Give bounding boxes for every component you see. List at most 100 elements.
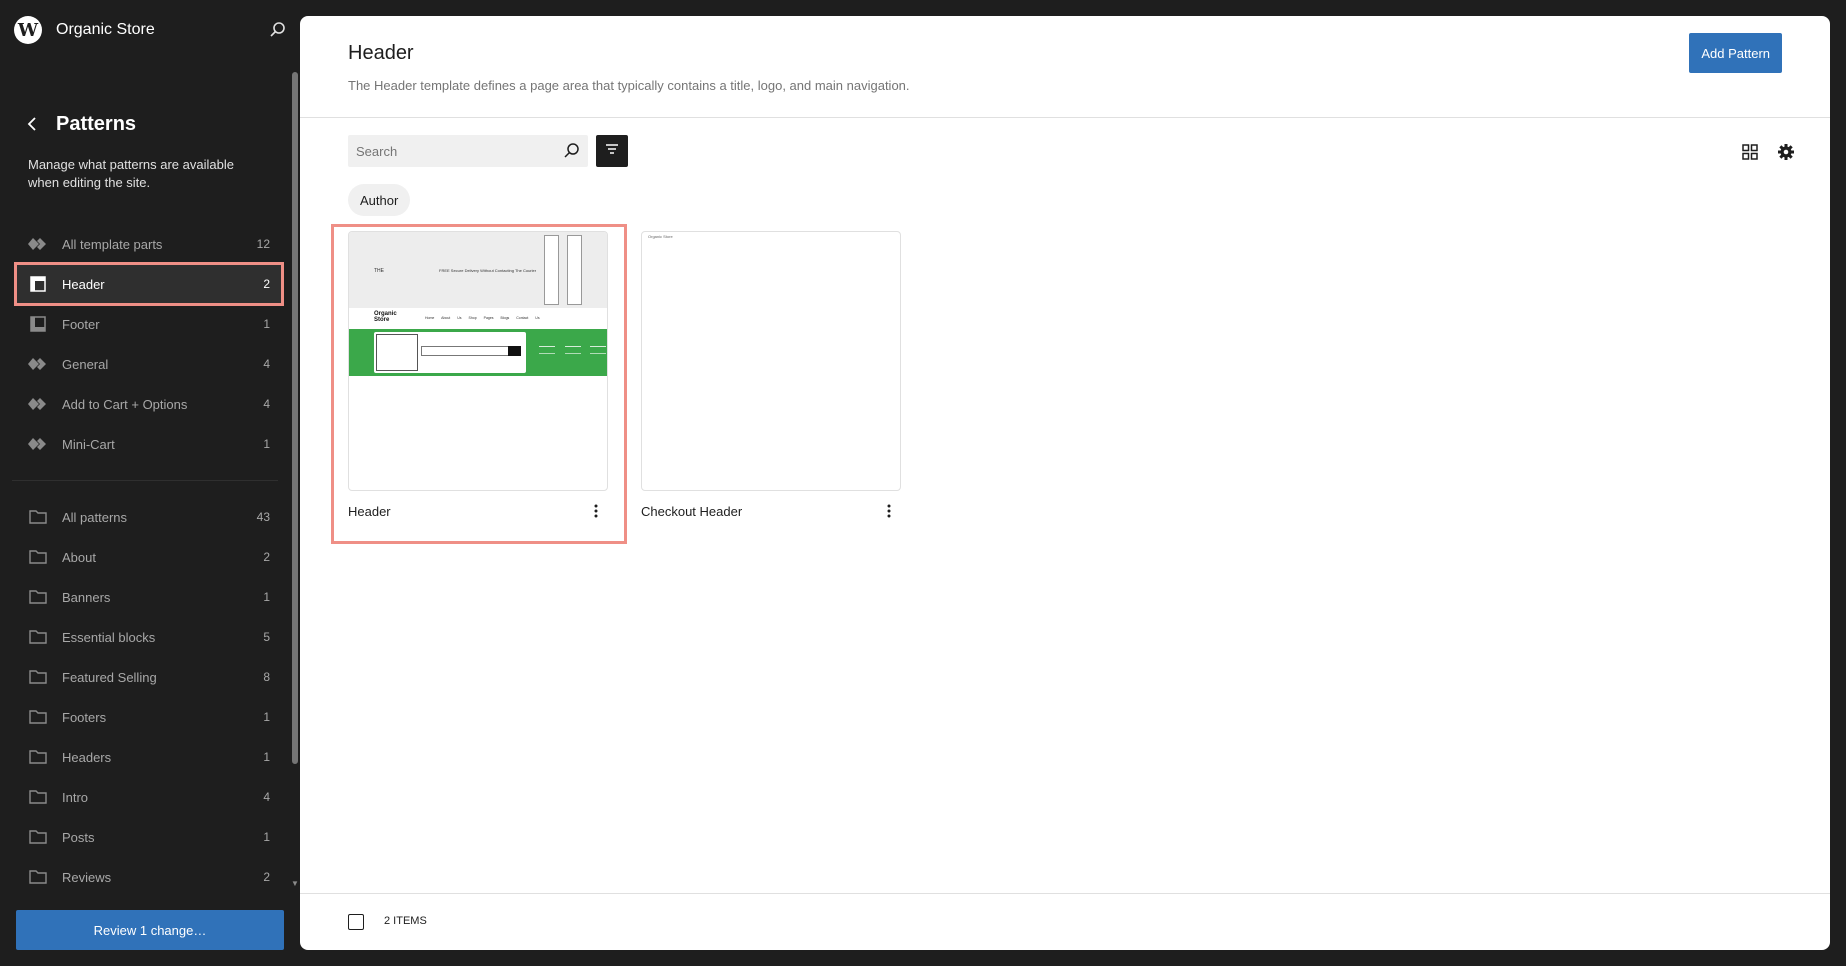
search-box xyxy=(348,135,588,167)
preview-logo: THE xyxy=(374,268,384,274)
card-title[interactable]: Checkout Header xyxy=(641,504,742,519)
sidebar-item-label: Footer xyxy=(62,316,100,332)
preview-green-text xyxy=(565,346,581,354)
sidebar-scrollbar[interactable] xyxy=(292,72,298,764)
sidebar-item-count: 12 xyxy=(256,237,270,251)
sidebar-item-count: 1 xyxy=(263,750,270,764)
pattern-preview[interactable]: Organic Store xyxy=(641,231,901,491)
symbol-icon xyxy=(28,394,48,414)
sidebar-description: Manage what patterns are available when … xyxy=(28,157,234,190)
more-actions-button[interactable] xyxy=(877,499,901,523)
sidebar-item-label: General xyxy=(62,356,109,372)
sidebar-item-count: 43 xyxy=(256,510,270,524)
footer-bar: 2 ITEMS xyxy=(300,893,1830,950)
footer-icon xyxy=(28,314,48,334)
card-title[interactable]: Header xyxy=(348,504,391,519)
grid-icon xyxy=(1738,144,1762,168)
main-content: Header The Header template defines a pag… xyxy=(300,16,1830,950)
author-filter-chip[interactable]: Author xyxy=(348,184,411,216)
symbol-icon xyxy=(28,354,48,374)
sidebar-title: Patterns xyxy=(56,112,137,135)
sidebar-item-count: 2 xyxy=(263,277,270,291)
template-parts-list: All template parts 12 Header 2 Footer 1 … xyxy=(14,224,284,464)
card-footer: Checkout Header xyxy=(641,491,901,531)
sidebar-item-intro[interactable]: Intro 4 xyxy=(16,777,282,817)
folder-icon xyxy=(28,747,48,767)
pattern-card-checkout-header[interactable]: Organic Store Checkout Header xyxy=(641,231,901,531)
sidebar-nav-header: Patterns xyxy=(22,112,136,136)
site-hub: W Organic Store xyxy=(14,14,290,46)
pattern-preview[interactable]: THE FREE Secure Delivery Without Contact… xyxy=(348,231,608,491)
preview-site-title: Organic Store xyxy=(648,234,673,239)
preview-green-text xyxy=(590,346,606,354)
preview-green-text xyxy=(539,346,555,354)
sidebar-item-header[interactable]: Header 2 xyxy=(14,262,284,306)
sidebar-item-add-to-cart-options[interactable]: Add to Cart + Options 4 xyxy=(16,384,282,424)
sidebar-item-count: 5 xyxy=(263,630,270,644)
grid-layout-button[interactable] xyxy=(1738,140,1762,164)
select-all-checkbox[interactable] xyxy=(348,914,364,930)
preview-column xyxy=(544,235,559,305)
sidebar-item-label: Intro xyxy=(62,789,89,805)
sidebar-item-label: Posts xyxy=(62,829,95,845)
search-input[interactable] xyxy=(348,135,558,167)
folder-icon xyxy=(28,787,48,807)
review-changes-button[interactable]: Review 1 change… xyxy=(16,910,284,950)
folder-icon xyxy=(28,707,48,727)
sidebar-item-mini-cart[interactable]: Mini-Cart 1 xyxy=(16,424,282,464)
wordpress-logo-icon[interactable]: W xyxy=(14,16,42,44)
sidebar-item-count: 4 xyxy=(263,790,270,804)
sidebar-item-all-template-parts[interactable]: All template parts 12 xyxy=(16,224,282,264)
folder-icon xyxy=(28,507,48,527)
sidebar-item-general[interactable]: General 4 xyxy=(16,344,282,384)
preview-dropdown xyxy=(376,334,418,371)
sidebar-item-count: 1 xyxy=(263,590,270,604)
view-options-button[interactable] xyxy=(1774,140,1798,164)
sidebar-item-label: About xyxy=(62,549,96,565)
site-title[interactable]: Organic Store xyxy=(56,21,155,39)
sidebar-item-reviews[interactable]: Reviews 2 xyxy=(16,857,282,897)
sidebar-item-headers[interactable]: Headers 1 xyxy=(16,737,282,777)
folder-icon xyxy=(28,627,48,647)
symbol-icon xyxy=(28,234,48,254)
sidebar-item-posts[interactable]: Posts 1 xyxy=(16,817,282,857)
page-description: The Header template defines a page area … xyxy=(348,78,910,93)
card-footer: Header xyxy=(348,491,608,531)
add-pattern-button[interactable]: Add Pattern xyxy=(1689,33,1782,73)
sidebar-item-count: 1 xyxy=(263,830,270,844)
categories-list: All patterns 43 About 2 Banners 1 Essent… xyxy=(16,497,282,897)
preview-tagline: FREE Secure Delivery Without Contacting … xyxy=(439,268,537,273)
sidebar-item-footer[interactable]: Footer 1 xyxy=(16,304,282,344)
sidebar-item-count: 4 xyxy=(263,397,270,411)
preview-search-input xyxy=(421,346,521,356)
sidebar-divider xyxy=(12,480,278,481)
sidebar-item-banners[interactable]: Banners 1 xyxy=(16,577,282,617)
sidebar-item-count: 2 xyxy=(263,870,270,884)
sidebar-item-label: Footers xyxy=(62,709,107,725)
pattern-card-header[interactable]: THE FREE Secure Delivery Without Contact… xyxy=(348,231,608,531)
sidebar-item-essential-blocks[interactable]: Essential blocks 5 xyxy=(16,617,282,657)
sidebar-item-about[interactable]: About 2 xyxy=(16,537,282,577)
sidebar-item-count: 8 xyxy=(263,670,270,684)
sidebar-item-count: 1 xyxy=(263,437,270,451)
more-actions-button[interactable] xyxy=(584,499,608,523)
gear-icon xyxy=(1774,144,1798,168)
preview-links: Home About Us Shop Pages Blogs Contact U… xyxy=(425,316,540,320)
search-icon[interactable] xyxy=(268,20,288,40)
scroll-down-arrow-icon[interactable]: ▼ xyxy=(291,880,299,888)
sidebar-item-label: All template parts xyxy=(62,236,163,252)
sidebar-item-label: Banners xyxy=(62,589,111,605)
sidebar-item-label: Header xyxy=(62,276,105,292)
sidebar-item-footers[interactable]: Footers 1 xyxy=(16,697,282,737)
sidebar-item-all-patterns[interactable]: All patterns 43 xyxy=(16,497,282,537)
sidebar-item-count: 2 xyxy=(263,550,270,564)
preview-column xyxy=(567,235,582,305)
filter-icon xyxy=(605,142,619,160)
items-count: 2 ITEMS xyxy=(384,915,427,927)
back-button[interactable] xyxy=(22,112,42,136)
page-title: Header xyxy=(348,42,414,64)
folder-icon xyxy=(28,867,48,887)
sidebar-item-featured-selling[interactable]: Featured Selling 8 xyxy=(16,657,282,697)
preview-search-button xyxy=(508,346,521,356)
filter-button[interactable] xyxy=(596,135,628,167)
